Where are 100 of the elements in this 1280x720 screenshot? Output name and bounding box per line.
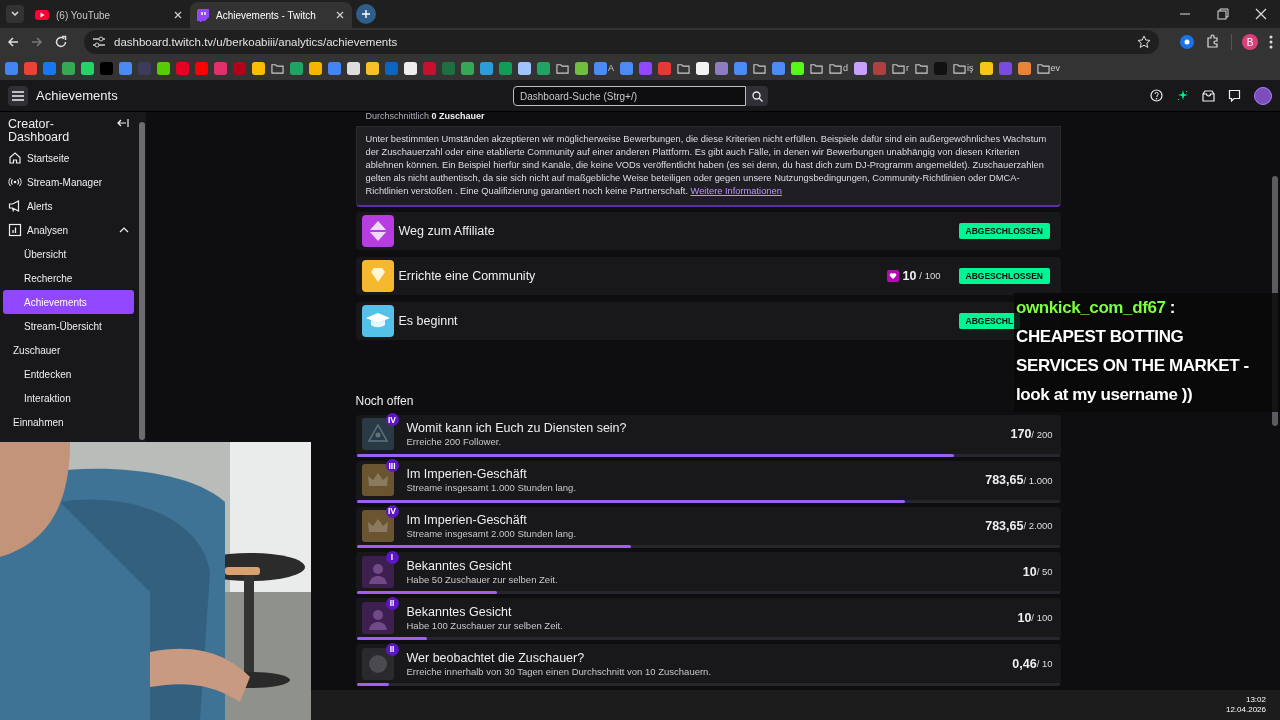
- caret-icon: [10, 9, 20, 19]
- bookmark-icon[interactable]: [979, 61, 993, 75]
- bookmark-icon[interactable]: [696, 61, 709, 75]
- notice-text: Unter bestimmten Umständen akzeptieren wir möglicherweise Bewerbungen, die diese Kriterien nicht erfüllen. Beispiele dafür sind ein außergewöhnliches Wachstum der Zuschauerzahl oder eine etablierte Community auf einer anderen Plattform. Es gibt auch Fälle, in denen wir Bewerbungen unabhängig von diesen Kriterien ablehnen können. Ein Beispiel hierfür sind Kanäle, die keine VODs veröffentlicht haben (es sei denn, du hast dich zum DJ-Programm angemeldet). Zuschauerzahlen gelten als nicht authentisch, da sie sich nicht auf maßgebliche Weise beteiligen oder gegen unsere Nutzungsbedingungen, Community-Richtlinien oder DMCA-Richtlinien verstoßen . Eine Qualifizierung garantiert noch keine Partnerschaft. Weitere Informationen: [355, 126, 1061, 207]
- menu-icon[interactable]: [1268, 34, 1274, 50]
- tier-badge: II: [385, 596, 399, 610]
- folder-icon[interactable]: [753, 61, 766, 75]
- diamond-badge-icon: [361, 259, 394, 292]
- triangle-badge-icon: [361, 214, 394, 247]
- help-icon[interactable]: [1150, 89, 1163, 102]
- inbox-icon[interactable]: [1202, 89, 1215, 102]
- megaphone-icon: [8, 199, 22, 213]
- bookmark-icon[interactable]: [347, 61, 360, 75]
- site-settings-icon[interactable]: [92, 36, 106, 48]
- bookmark-icon[interactable]: [791, 61, 804, 75]
- nav-section[interactable]: Einnahmen: [3, 410, 134, 434]
- achievement-row: II Bekanntes Gesicht Habe 100 Zuschauer zur selben Zeit. 10/ 100: [355, 598, 1061, 641]
- folder-icon[interactable]: [271, 61, 284, 75]
- bookmark-icon[interactable]: [309, 61, 322, 75]
- nav-item[interactable]: Analysen: [3, 218, 134, 242]
- new-tab-button[interactable]: [356, 4, 376, 24]
- more-info-link[interactable]: Weitere Informationen: [690, 186, 782, 196]
- nav-subitem[interactable]: Recherche: [3, 266, 134, 290]
- nav-subitem[interactable]: Übersicht: [3, 242, 134, 266]
- caret-icon[interactable]: [119, 226, 129, 234]
- achievement-row: I Bekanntes Gesicht Habe 50 Zuschauer zur selben Zeit. 10/ 50: [355, 552, 1061, 595]
- browser-tab[interactable]: (6) YouTube: [28, 2, 190, 28]
- achievement-row: IV Im Imperien-Geschäft Streame insgesamt 2.000 Stunden lang. 783,65/ 2.000: [355, 506, 1061, 549]
- sparkle-icon[interactable]: [1176, 89, 1189, 102]
- completed-badge: ABGESCHLOSSEN: [958, 267, 1050, 284]
- star-icon[interactable]: [1137, 35, 1151, 49]
- search-button[interactable]: [746, 86, 768, 106]
- menu-button[interactable]: [8, 85, 28, 106]
- extension-icon[interactable]: [1179, 34, 1195, 50]
- tier-badge: II: [385, 642, 399, 656]
- tier-badge: I: [385, 550, 399, 564]
- pyramid-eye-icon: [361, 418, 394, 451]
- nav-subitem[interactable]: Interaktion: [3, 386, 134, 410]
- achievement-row: Errichte eine Community 10 / 100 ABGESCHLOSSEN: [355, 256, 1061, 295]
- profile-avatar[interactable]: B: [1242, 34, 1258, 50]
- chart-icon: [8, 223, 22, 237]
- bookmark-icon[interactable]: [404, 61, 417, 75]
- bookmark-icon[interactable]: [575, 61, 588, 75]
- bookmark[interactable]: r: [891, 58, 911, 78]
- crown-icon: [361, 464, 394, 497]
- puzzle-icon[interactable]: [1205, 34, 1221, 50]
- bookmark[interactable]: iş: [952, 58, 975, 78]
- collapse-icon[interactable]: [117, 118, 129, 128]
- folder-icon[interactable]: [915, 61, 929, 75]
- person-icon: [361, 601, 394, 634]
- page-title: Achievements: [36, 88, 118, 103]
- nav-section[interactable]: Zuschauer: [3, 338, 134, 362]
- folder-icon: [829, 61, 842, 75]
- close-icon[interactable]: [335, 10, 345, 20]
- bookmark-icon[interactable]: [81, 61, 94, 75]
- clock[interactable]: 13:02 12.04.2026: [1225, 695, 1266, 715]
- folder-icon: [953, 61, 967, 75]
- user-avatar[interactable]: [1254, 86, 1272, 105]
- bookmark-icon[interactable]: [366, 61, 379, 75]
- bookmark-icon[interactable]: [854, 61, 868, 75]
- nav-subitem[interactable]: Achievements: [3, 290, 134, 314]
- address-bar[interactable]: dashboard.twitch.tv/u/berkoabiii/analytics/achievements: [84, 30, 1159, 54]
- folder-icon[interactable]: [556, 61, 569, 75]
- browser-tab[interactable]: Achievements - Twitch: [190, 2, 352, 28]
- graduation-cap-icon: [361, 304, 394, 337]
- folder-icon[interactable]: [677, 61, 690, 75]
- broadcast-icon: [8, 175, 22, 189]
- twitch-tab-icon: [197, 8, 209, 22]
- nav-subitem[interactable]: Entdecken: [3, 362, 134, 386]
- achievement-row: III Im Imperien-Geschäft Streame insgesamt 1.000 Stunden lang. 783,65/ 1.000: [355, 460, 1061, 503]
- nav-subitem[interactable]: Stream-Übersicht: [3, 314, 134, 338]
- bookmark[interactable]: d: [828, 58, 850, 78]
- bookmark-icon[interactable]: [157, 61, 170, 75]
- forward-icon[interactable]: [30, 35, 44, 49]
- reload-icon[interactable]: [54, 35, 68, 49]
- bookmark-icon[interactable]: [1017, 61, 1031, 75]
- chat-icon[interactable]: [1228, 89, 1241, 102]
- search-field[interactable]: Dashboard-Suche (Strg+/): [513, 86, 746, 106]
- scrollbar-thumb[interactable]: [139, 122, 145, 440]
- bookmark[interactable]: A: [593, 58, 615, 78]
- close-icon[interactable]: [173, 10, 183, 20]
- folder-icon: [1036, 61, 1050, 75]
- plus-icon: [361, 9, 371, 19]
- completed-badge: ABGESCHLOSSEN: [958, 222, 1050, 239]
- tab-list-button[interactable]: [6, 5, 24, 23]
- bookmark[interactable]: ev: [1035, 58, 1062, 78]
- achievement-row: Weg zum Affiliate ABGESCHLOSSEN: [355, 212, 1061, 250]
- folder-icon[interactable]: [810, 61, 823, 75]
- section-heading: Noch offen: [355, 393, 414, 408]
- menu-icon: [12, 90, 24, 101]
- nav-item[interactable]: Startseite: [3, 146, 134, 170]
- bookmark-icon[interactable]: [252, 61, 265, 75]
- home-icon: [8, 151, 22, 165]
- bookmark-icon[interactable]: [518, 61, 531, 75]
- back-icon[interactable]: [6, 35, 20, 49]
- crown-icon: [361, 509, 394, 542]
- nav-item[interactable]: Alerts: [3, 194, 134, 218]
- nav-item[interactable]: Stream-Manager: [3, 170, 134, 194]
- achievement-row: IV Womit kann ich Euch zu Diensten sein? Erreiche 200 Follower. 170/ 200: [355, 414, 1061, 457]
- person-icon: [361, 555, 394, 588]
